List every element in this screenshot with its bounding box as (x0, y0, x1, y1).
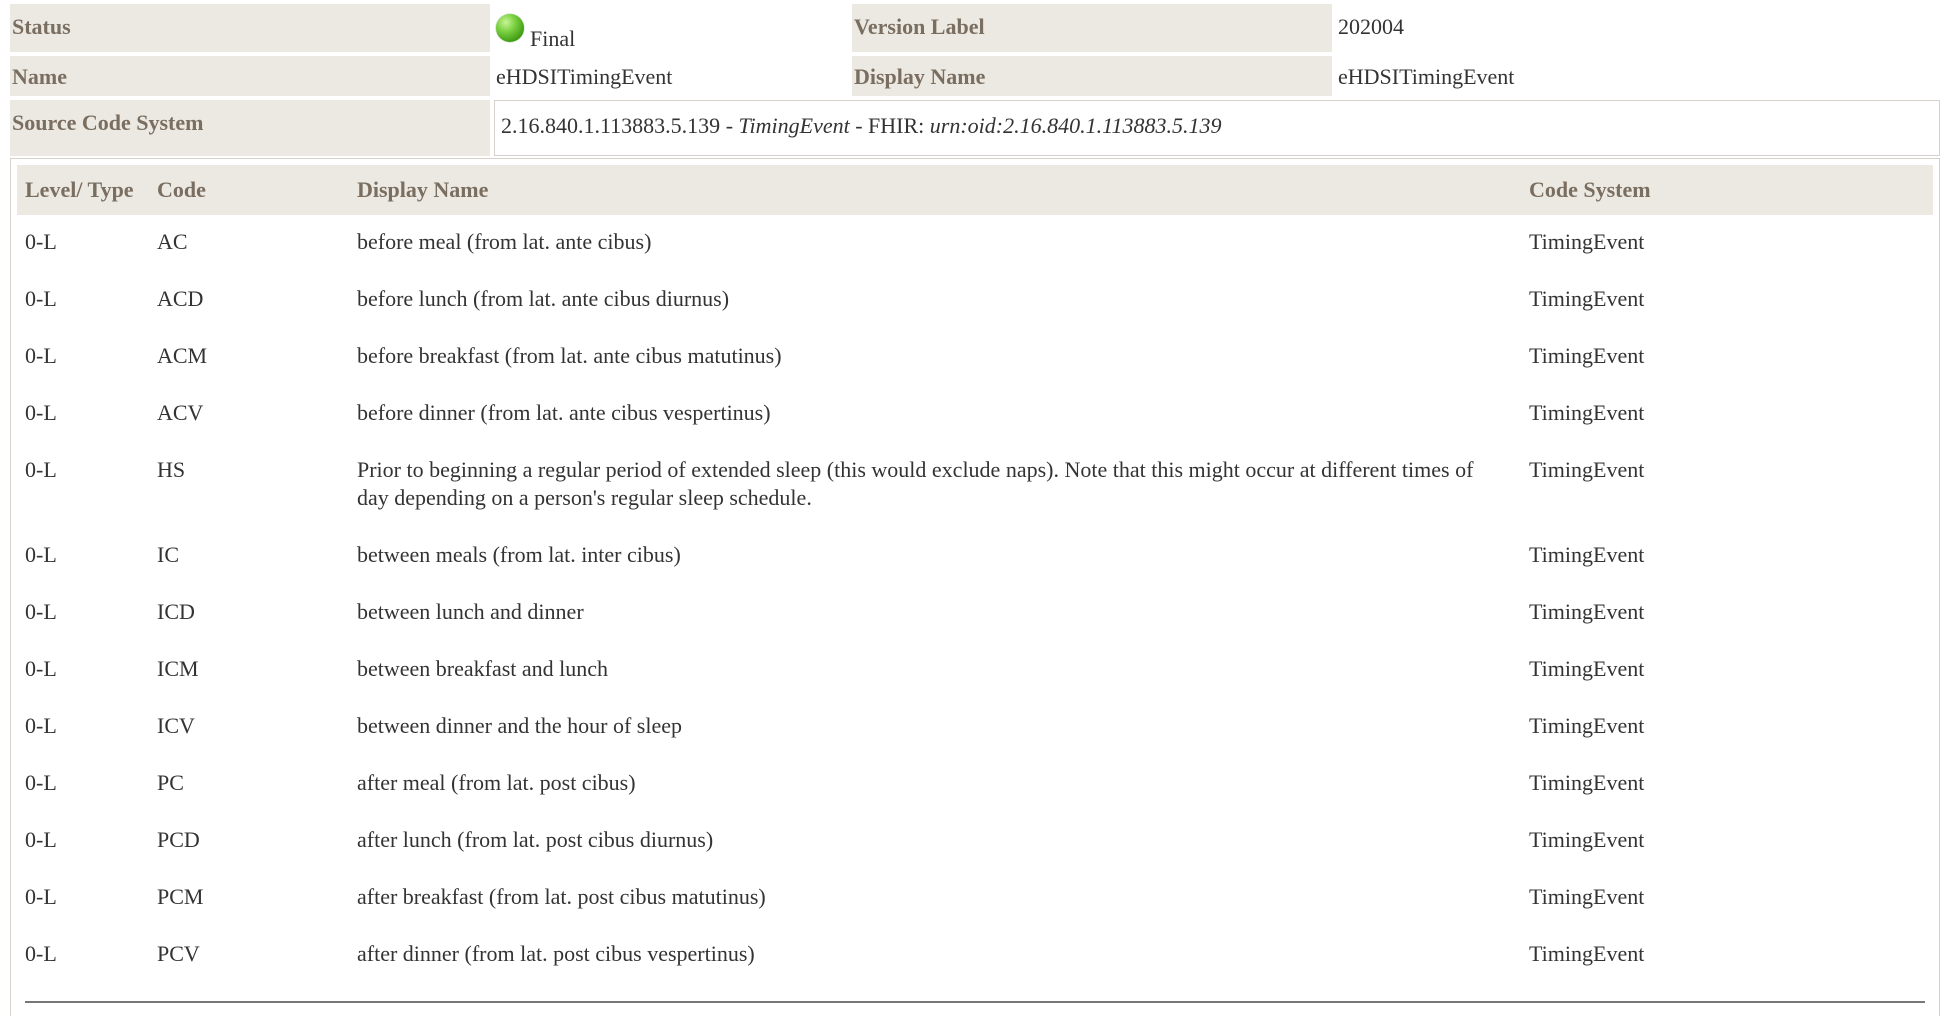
cell-display-name: after lunch (from lat. post cibus diurnu… (357, 827, 714, 852)
table-row: 0-L PCV after dinner (from lat. post cib… (17, 927, 1933, 984)
cell-code: ACM (157, 343, 208, 368)
cell-display-name: after meal (from lat. post cibus) (357, 770, 636, 795)
cell-code: PC (157, 770, 184, 795)
cell-code-system: TimingEvent (1529, 941, 1645, 966)
cell-level: 0-L (25, 941, 57, 966)
cell-level: 0-L (25, 286, 57, 311)
table-header-row: Level/ Type Code Display Name Code Syste… (17, 165, 1933, 215)
version-value: 202004 (1338, 14, 1404, 39)
cell-code-system: TimingEvent (1529, 770, 1645, 795)
cell-code-system: TimingEvent (1529, 599, 1645, 624)
cell-code: AC (157, 229, 188, 254)
concept-table: Level/ Type Code Display Name Code Syste… (17, 165, 1933, 984)
source-code-system-label: Source Code System (10, 100, 490, 156)
display-name-label: Display Name (852, 56, 1332, 96)
cell-level: 0-L (25, 229, 57, 254)
cell-display-name: between lunch and dinner (357, 599, 584, 624)
table-row: 0-L PCM after breakfast (from lat. post … (17, 870, 1933, 927)
cell-level: 0-L (25, 542, 57, 567)
cell-display-name: before lunch (from lat. ante cibus diurn… (357, 286, 730, 311)
source-name: TimingEvent (738, 113, 850, 138)
status-label: Status (10, 4, 490, 52)
status-value: Final (490, 4, 852, 52)
table-row: 0-L HS Prior to beginning a regular peri… (17, 443, 1933, 528)
cell-code: PCD (157, 827, 200, 852)
header-level-type: Level/ Type (17, 165, 149, 215)
cell-code: ICV (157, 713, 195, 738)
cell-display-name: before dinner (from lat. ante cibus vesp… (357, 400, 771, 425)
source-separator: - (720, 113, 739, 138)
metadata-row-status: Status Final Version Label 202004 (10, 4, 1942, 52)
cell-level: 0-L (25, 599, 57, 624)
header-code-system: Code System (1521, 165, 1933, 215)
source-code-system-value: 2.16.840.1.113883.5.139 - TimingEvent - … (494, 100, 1940, 156)
table-row: 0-L ACD before lunch (from lat. ante cib… (17, 272, 1933, 329)
cell-display-name: between breakfast and lunch (357, 656, 609, 681)
table-row: 0-L PCD after lunch (from lat. post cibu… (17, 813, 1933, 870)
cell-level: 0-L (25, 713, 57, 738)
status-text: Final (530, 26, 576, 51)
concept-table-container: Level/ Type Code Display Name Code Syste… (10, 158, 1940, 1016)
name-label: Name (10, 56, 490, 96)
cell-code-system: TimingEvent (1529, 343, 1645, 368)
cell-code-system: TimingEvent (1529, 656, 1645, 681)
cell-code-system: TimingEvent (1529, 229, 1645, 254)
cell-code: PCV (157, 941, 200, 966)
table-row: 0-L AC before meal (from lat. ante cibus… (17, 215, 1933, 272)
cell-level: 0-L (25, 457, 57, 482)
table-footer-divider (25, 1001, 1925, 1003)
table-row: 0-L ACM before breakfast (from lat. ante… (17, 329, 1933, 386)
display-name-value: eHDSITimingEvent (1338, 64, 1515, 89)
cell-level: 0-L (25, 343, 57, 368)
cell-code-system: TimingEvent (1529, 457, 1645, 482)
cell-level: 0-L (25, 400, 57, 425)
table-row: 0-L PC after meal (from lat. post cibus)… (17, 756, 1933, 813)
table-row: 0-L ACV before dinner (from lat. ante ci… (17, 386, 1933, 443)
green-circle-icon (496, 14, 524, 42)
source-fhir-uri: urn:oid:2.16.840.1.113883.5.139 (929, 113, 1222, 138)
cell-code-system: TimingEvent (1529, 713, 1645, 738)
cell-code: ACD (157, 286, 204, 311)
cell-display-name: between dinner and the hour of sleep (357, 713, 682, 738)
table-row: 0-L ICV between dinner and the hour of s… (17, 699, 1933, 756)
table-row: 0-L ICM between breakfast and lunch Timi… (17, 642, 1933, 699)
cell-code: ACV (157, 400, 204, 425)
cell-level: 0-L (25, 770, 57, 795)
cell-level: 0-L (25, 656, 57, 681)
metadata-row-name: Name eHDSITimingEvent Display Name eHDSI… (10, 56, 1942, 96)
cell-code: ICM (157, 656, 199, 681)
cell-level: 0-L (25, 827, 57, 852)
name-value: eHDSITimingEvent (496, 64, 673, 89)
header-code: Code (149, 165, 349, 215)
cell-code-system: TimingEvent (1529, 827, 1645, 852)
cell-display-name: before breakfast (from lat. ante cibus m… (357, 343, 782, 368)
source-fhir-prefix: - FHIR: (849, 113, 930, 138)
valueset-metadata: Status Final Version Label 202004 Name e… (10, 4, 1942, 160)
cell-code-system: TimingEvent (1529, 884, 1645, 909)
cell-code: IC (157, 542, 179, 567)
cell-code: PCM (157, 884, 204, 909)
cell-display-name: before meal (from lat. ante cibus) (357, 229, 652, 254)
cell-code: HS (157, 457, 186, 482)
metadata-row-source: Source Code System 2.16.840.1.113883.5.1… (10, 100, 1942, 156)
cell-code: ICD (157, 599, 195, 624)
cell-code-system: TimingEvent (1529, 286, 1645, 311)
source-oid: 2.16.840.1.113883.5.139 (501, 113, 721, 138)
cell-code-system: TimingEvent (1529, 542, 1645, 567)
version-label: Version Label (852, 4, 1332, 52)
header-display-name: Display Name (349, 165, 1521, 215)
table-row: 0-L IC between meals (from lat. inter ci… (17, 528, 1933, 585)
cell-code-system: TimingEvent (1529, 400, 1645, 425)
cell-display-name: after dinner (from lat. post cibus vespe… (357, 941, 755, 966)
cell-level: 0-L (25, 884, 57, 909)
table-row: 0-L ICD between lunch and dinner TimingE… (17, 585, 1933, 642)
cell-display-name: between meals (from lat. inter cibus) (357, 542, 681, 567)
cell-display-name: Prior to beginning a regular period of e… (357, 457, 1474, 510)
cell-display-name: after breakfast (from lat. post cibus ma… (357, 884, 766, 909)
